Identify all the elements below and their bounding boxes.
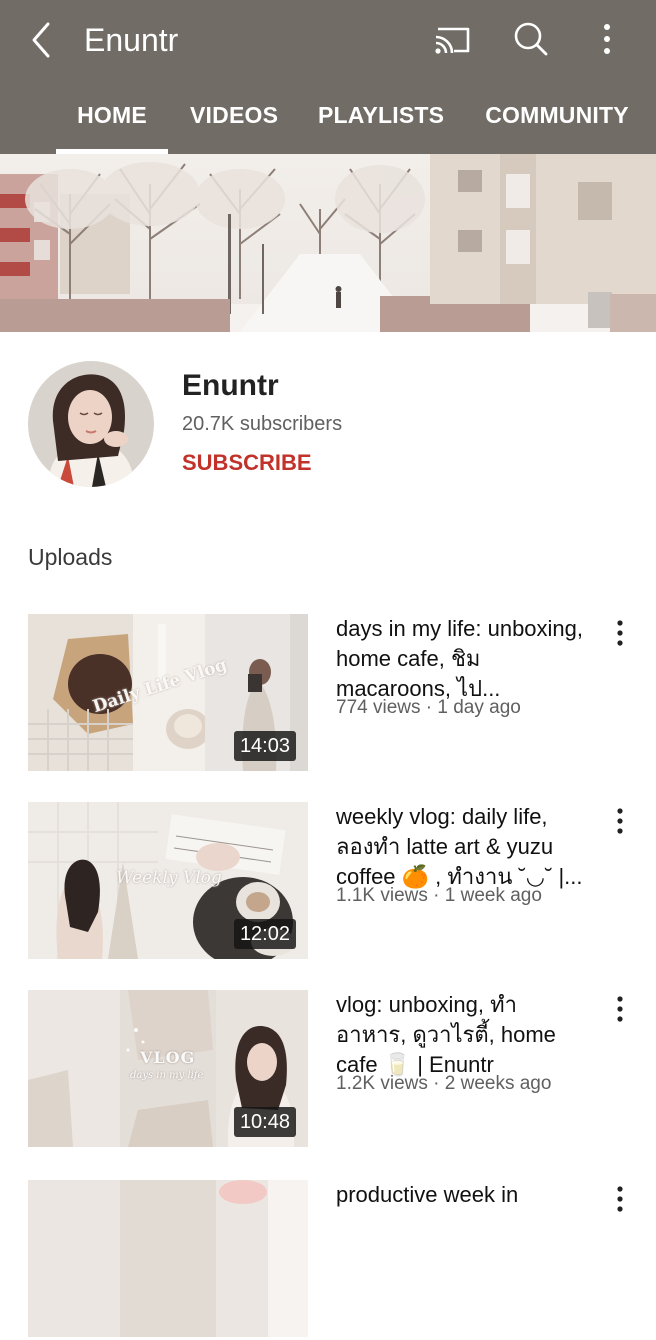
thumbnail-caption: Weekly Vlog	[116, 868, 222, 888]
video-metadata: 1.1K views · 1 week ago	[336, 885, 542, 906]
search-button[interactable]	[510, 18, 552, 60]
video-thumbnail[interactable]	[28, 1180, 308, 1337]
uploads-section-title[interactable]: Uploads	[28, 543, 112, 571]
cast-icon	[435, 27, 470, 54]
video-duration: 12:02	[233, 919, 296, 949]
subscriber-count: 20.7K subscribers	[182, 413, 343, 435]
channel-name: Enuntr	[182, 369, 279, 402]
thumbnail-subcaption: days in my life	[130, 1070, 204, 1081]
tab-videos[interactable]: VIDEOS	[190, 90, 278, 154]
video-title[interactable]: days in my life: unboxing, home cafe, ชิ…	[336, 614, 586, 704]
video-duration: 10:48	[233, 1107, 296, 1137]
channel-avatar[interactable]	[28, 361, 154, 487]
video-metadata: 774 views · 1 day ago	[336, 697, 521, 718]
video-title[interactable]: vlog: unboxing, ทำอาหาร, ดูวาไรตี้, home…	[336, 990, 586, 1080]
video-duration: 14:03	[233, 731, 296, 761]
video-menu-button[interactable]	[606, 804, 634, 838]
back-button[interactable]	[22, 18, 62, 62]
video-menu-button[interactable]	[606, 1182, 634, 1216]
video-item[interactable]: productive week in	[0, 1180, 656, 1340]
video-title[interactable]: weekly vlog: daily life, ลองทำ latte art…	[336, 802, 586, 892]
back-arrow-icon	[32, 22, 50, 58]
cast-button[interactable]	[432, 20, 474, 60]
video-thumbnail[interactable]: Weekly Vlog 12:02	[28, 802, 308, 959]
more-vert-icon	[617, 1186, 623, 1212]
subscribe-button[interactable]: SUBSCRIBE	[182, 449, 312, 477]
video-menu-button[interactable]	[606, 616, 634, 650]
more-options-button[interactable]	[590, 18, 624, 60]
tab-playlists[interactable]: PLAYLISTS	[318, 90, 444, 154]
thumbnail-caption: VLOG	[140, 1048, 196, 1067]
search-icon	[514, 22, 548, 56]
more-vert-icon	[604, 24, 610, 54]
video-item[interactable]: Weekly Vlog 12:02 weekly vlog: daily lif…	[0, 802, 656, 962]
video-item[interactable]: Daily Life Vlog 14:03 days in my life: u…	[0, 614, 656, 774]
video-title[interactable]: productive week in	[336, 1180, 586, 1210]
video-thumbnail[interactable]: Daily Life Vlog 14:03	[28, 614, 308, 771]
more-vert-icon	[617, 808, 623, 834]
tab-home[interactable]: HOME	[56, 90, 168, 154]
more-vert-icon	[617, 620, 623, 646]
app-bar-title: Enuntr	[84, 22, 179, 58]
app-bar: Enuntr HOME VIDEOS PLAYLISTS COMMUNITY	[0, 0, 656, 154]
video-menu-button[interactable]	[606, 992, 634, 1026]
more-vert-icon	[617, 996, 623, 1022]
video-metadata: 1.2K views · 2 weeks ago	[336, 1073, 552, 1094]
tab-community[interactable]: COMMUNITY	[484, 90, 630, 154]
channel-tabs: HOME VIDEOS PLAYLISTS COMMUNITY	[0, 90, 656, 154]
video-thumbnail[interactable]: VLOG days in my life 10:48	[28, 990, 308, 1147]
video-item[interactable]: VLOG days in my life 10:48 vlog: unboxin…	[0, 990, 656, 1150]
channel-banner	[0, 154, 656, 332]
